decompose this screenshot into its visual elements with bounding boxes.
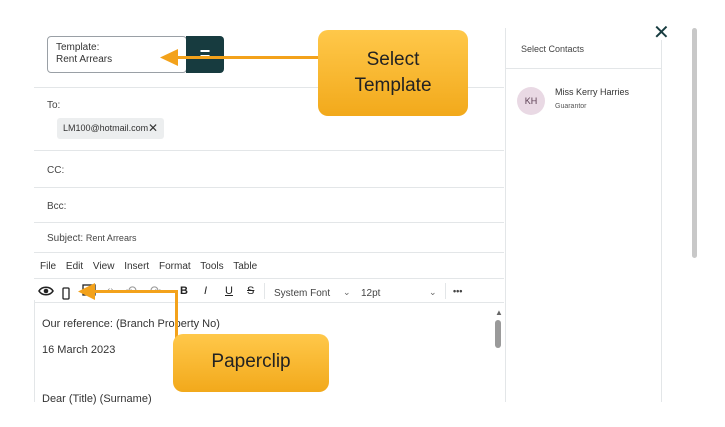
template-arrow-head [160,49,178,66]
editor-reference-line: Our reference: (Branch Property No) [42,318,220,330]
avatar: KH [517,87,545,115]
bcc-field[interactable]: Bcc: [47,201,66,212]
strikethrough-button[interactable]: S [247,285,254,297]
menu-view[interactable]: View [93,261,115,272]
subject-value: Rent Arrears [85,233,137,243]
menu-file[interactable]: File [40,261,56,272]
toolbar-divider [264,283,265,299]
editor-border [34,300,35,402]
menu-table[interactable]: Table [233,261,257,272]
paperclip-arrow-line [94,290,178,293]
paperclip-icon[interactable] [62,287,70,300]
equals-icon: = [199,44,211,64]
editor-menubar: File Edit View Insert Format Tools Table [40,261,264,272]
editor-date-line: 16 March 2023 [42,344,116,356]
italic-button[interactable]: I [204,285,207,297]
more-options-icon[interactable]: ••• [453,286,462,296]
editor-scrollbar[interactable] [495,320,501,348]
to-label: To: [47,100,61,111]
recipient-chip[interactable]: LM100@hotmail.com ✕ [57,118,164,139]
subject-field[interactable]: Subject: Rent Arrears [47,233,136,244]
divider [505,68,662,69]
page-scrollbar[interactable] [692,28,697,258]
divider [34,187,504,188]
cc-field[interactable]: CC: [47,165,64,176]
font-family-select[interactable]: System Font ⌄ [274,287,354,299]
menu-format[interactable]: Format [159,261,191,272]
scroll-up-icon[interactable]: ▲ [495,308,503,317]
paperclip-callout: Paperclip [173,334,329,392]
chevron-down-icon: ⌄ [343,287,351,297]
menu-tools[interactable]: Tools [200,261,223,272]
divider [34,222,504,223]
remove-recipient-icon[interactable]: ✕ [148,121,158,135]
menu-insert[interactable]: Insert [124,261,149,272]
font-family-value: System Font [274,288,331,299]
panel-divider [661,40,662,402]
paperclip-arrow-line [175,290,178,340]
divider [34,150,504,151]
menu-edit[interactable]: Edit [66,261,83,272]
font-size-value: 12pt [361,288,381,299]
editor-salutation-line: Dear (Title) (Surname) [42,393,152,405]
divider [34,278,504,279]
contact-name[interactable]: Miss Kerry Harries [555,87,629,97]
template-apply-button[interactable]: = [186,36,224,73]
underline-button[interactable]: U [225,285,233,297]
recipient-chip-text: LM100@hotmail.com [63,123,149,133]
contacts-header: Select Contacts [521,44,585,54]
panel-divider [505,28,506,402]
font-size-select[interactable]: 12pt ⌄ [361,287,441,299]
subject-label: Subject: [47,233,84,244]
preview-eye-icon[interactable] [38,285,54,297]
bold-button[interactable]: B [180,285,188,297]
toolbar-divider [445,283,446,299]
select-template-callout: Select Template [318,30,468,116]
divider [34,252,504,253]
contact-role: Guarantor [555,103,587,110]
template-arrow-line [175,56,323,59]
divider [34,302,504,303]
paperclip-arrow-head [78,283,95,300]
chevron-down-icon: ⌄ [429,287,437,297]
